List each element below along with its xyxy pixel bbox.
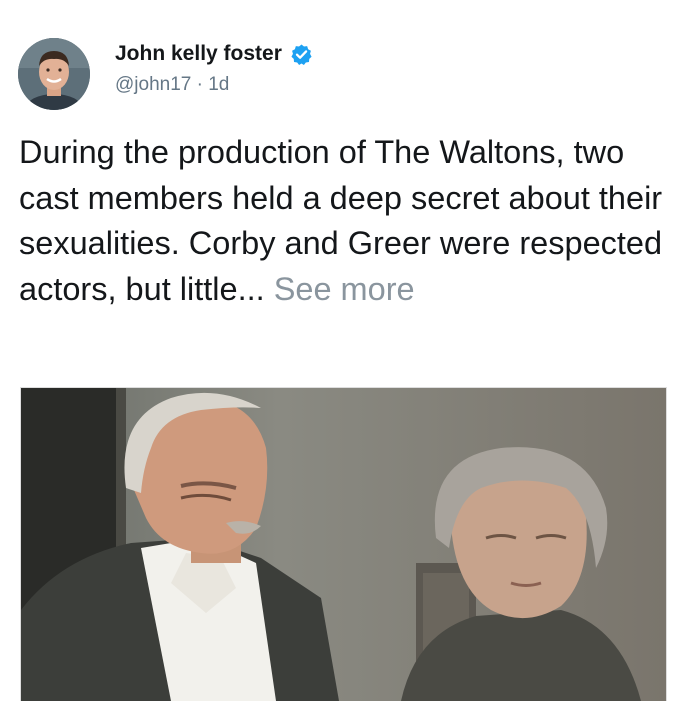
tweet-meta: @john17 · 1d bbox=[115, 74, 229, 96]
avatar[interactable] bbox=[18, 38, 90, 110]
photo-image bbox=[21, 388, 666, 701]
tweet-card: John kelly foster @john17 · 1d During th… bbox=[0, 0, 700, 701]
tweet-photo[interactable] bbox=[20, 387, 667, 701]
author-handle[interactable]: @john17 bbox=[115, 74, 191, 95]
tweet-age[interactable]: 1d bbox=[208, 74, 229, 95]
avatar-image bbox=[18, 38, 90, 110]
author-row: John kelly foster bbox=[115, 40, 313, 68]
verified-check-icon bbox=[290, 43, 313, 66]
see-more-link[interactable]: See more bbox=[274, 271, 415, 307]
tweet-text: During the production of The Waltons, tw… bbox=[19, 130, 684, 312]
author-name[interactable]: John kelly foster bbox=[115, 42, 282, 66]
meta-separator: · bbox=[196, 74, 203, 95]
